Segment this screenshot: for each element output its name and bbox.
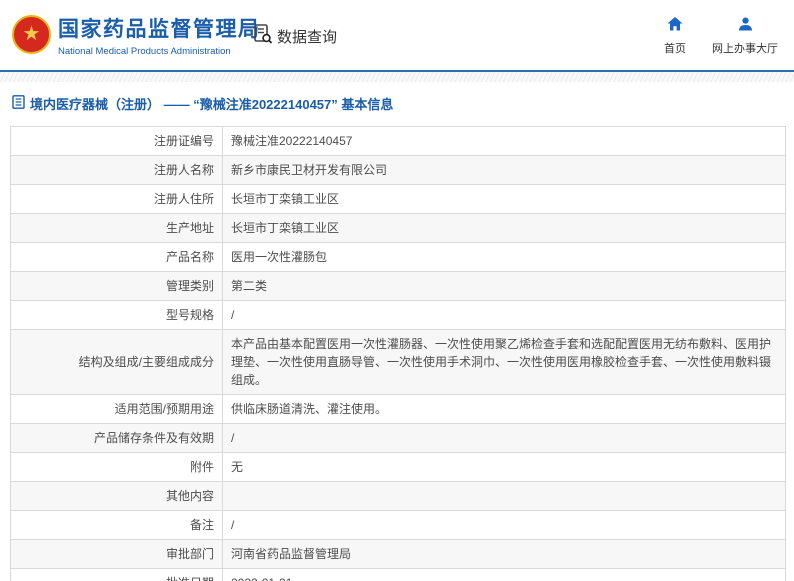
site-header: ★ 国家药品监督管理局 National Medical Products Ad… [0,0,794,70]
nav-item-home[interactable]: 首页 [664,17,686,56]
row-label: 附件 [10,452,223,482]
row-value: 长垣市丁栾镇工业区 [222,213,786,243]
data-query-nav[interactable]: 数据查询 [252,23,337,49]
row-value: 第二类 [222,271,786,301]
row-value: 无 [222,452,786,482]
table-row: 批准日期 2022-01-21 [10,568,786,581]
table-row: 适用范围/预期用途 供临床肠道清洗、灌注使用。 [10,394,786,424]
row-label: 审批部门 [10,539,223,569]
site-subtitle: National Medical Products Administration [58,46,231,57]
table-row: 审批部门 河南省药品监督管理局 [10,539,786,569]
table-row: 管理类别 第二类 [10,271,786,301]
data-query-label: 数据查询 [277,28,338,46]
table-row: 结构及组成/主要组成成分 本产品由基本配置医用一次性灌肠器、一次性使用聚乙烯检查… [10,329,786,395]
row-label: 注册人名称 [10,155,223,185]
row-label: 注册人住所 [10,184,223,214]
table-row: 产品储存条件及有效期 / [10,423,786,453]
table-row: 生产地址 长垣市丁栾镇工业区 [10,213,786,243]
hatched-band [0,72,794,84]
document-search-icon [252,23,274,49]
row-label: 结构及组成/主要组成成分 [10,329,223,395]
row-label: 备注 [10,510,223,540]
table-row: 注册证编号 豫械注准20222140457 [10,126,786,156]
nav-item-online-hall[interactable]: 网上办事大厅 [712,17,778,56]
table-row: 其他内容 [10,481,786,511]
row-value [222,481,786,511]
page-title: 境内医疗器械（注册） —— “豫械注准20222140457” 基本信息 [30,97,394,112]
row-label: 批准日期 [10,568,223,581]
row-label: 型号规格 [10,300,223,330]
row-label: 产品名称 [10,242,223,272]
row-value: 本产品由基本配置医用一次性灌肠器、一次性使用聚乙烯检查手套和选配配置医用无纺布敷… [222,329,786,395]
registration-info-table: 注册证编号 豫械注准20222140457 注册人名称 新乡市康民卫材开发有限公… [10,126,786,581]
row-value: 河南省药品监督管理局 [222,539,786,569]
row-value: / [222,423,786,453]
row-label: 产品储存条件及有效期 [10,423,223,453]
home-icon [667,17,683,36]
brand-block: 国家药品监督管理局 National Medical Products Admi… [58,13,261,57]
row-value: 新乡市康民卫材开发有限公司 [222,155,786,185]
table-row: 附件 无 [10,452,786,482]
breadcrumb: 境内医疗器械（注册） —— “豫械注准20222140457” 基本信息 [0,84,794,122]
national-emblem-logo: ★ [12,15,51,54]
row-label: 其他内容 [10,481,223,511]
document-icon [12,95,25,112]
nav-home-label: 首页 [664,43,686,55]
row-label: 生产地址 [10,213,223,243]
user-icon [738,17,753,36]
site-title: 国家药品监督管理局 [58,18,261,41]
table-row: 型号规格 / [10,300,786,330]
row-value: 2022-01-21 [222,568,786,581]
top-nav: 首页 网上办事大厅 [664,17,778,56]
row-label: 管理类别 [10,271,223,301]
row-value: / [222,510,786,540]
emblem-star-icon: ★ [22,22,41,45]
row-value: 豫械注准20222140457 [222,126,786,156]
row-label: 注册证编号 [10,126,223,156]
nav-online-hall-label: 网上办事大厅 [712,43,778,55]
table-row: 产品名称 医用一次性灌肠包 [10,242,786,272]
row-value: 医用一次性灌肠包 [222,242,786,272]
table-row: 备注 / [10,510,786,540]
table-row: 注册人住所 长垣市丁栾镇工业区 [10,184,786,214]
row-value: / [222,300,786,330]
table-row: 注册人名称 新乡市康民卫材开发有限公司 [10,155,786,185]
row-value: 供临床肠道清洗、灌注使用。 [222,394,786,424]
row-label: 适用范围/预期用途 [10,394,223,424]
row-value: 长垣市丁栾镇工业区 [222,184,786,214]
